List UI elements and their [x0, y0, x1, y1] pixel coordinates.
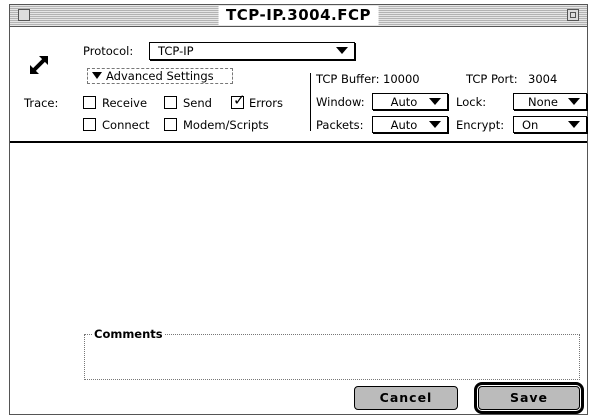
send-checkbox[interactable] [164, 96, 177, 109]
diagonal-double-arrow-icon [30, 56, 48, 74]
document-window: TCP-IP.3004.FCP Protocol: TCP-IP Advance… [9, 4, 588, 415]
lock-label: Lock: [456, 95, 487, 109]
tcp-buffer-label: TCP Buffer: [316, 72, 380, 86]
window-label: Window: [316, 95, 365, 109]
modem-scripts-checkbox[interactable] [164, 118, 177, 131]
window-title: TCP-IP.3004.FCP [218, 6, 379, 25]
packets-label: Packets: [316, 118, 364, 132]
receive-checkbox[interactable] [83, 96, 96, 109]
protocol-popup-value: TCP-IP [158, 44, 194, 58]
popup-arrow-icon [429, 98, 441, 105]
modem-scripts-label[interactable]: Modem/Scripts [183, 118, 269, 132]
zoom-box-icon[interactable] [567, 9, 579, 21]
connect-checkbox[interactable] [83, 118, 96, 131]
cancel-button[interactable]: Cancel [354, 386, 458, 410]
window-popup[interactable]: Auto [372, 93, 448, 110]
horizontal-divider [10, 141, 587, 143]
advanced-settings-disclosure[interactable]: Advanced Settings [87, 68, 233, 84]
encrypt-label: Encrypt: [456, 118, 505, 132]
errors-label[interactable]: Errors [249, 96, 283, 110]
tcp-buffer-value: 10000 [383, 72, 420, 86]
advanced-settings-label: Advanced Settings [106, 69, 214, 83]
tcp-port-label: TCP Port: [466, 72, 518, 86]
popup-arrow-icon [568, 121, 580, 128]
packets-popup-value: Auto [390, 118, 418, 132]
popup-arrow-icon [568, 98, 580, 105]
encrypt-popup[interactable]: On [513, 116, 587, 133]
lock-popup-value: None [527, 95, 558, 109]
lock-popup[interactable]: None [513, 93, 587, 110]
title-bar[interactable]: TCP-IP.3004.FCP [10, 5, 587, 27]
encrypt-popup-value: On [522, 118, 539, 132]
close-box-icon[interactable] [18, 9, 30, 21]
save-button[interactable]: Save [478, 386, 580, 410]
trace-label: Trace: [24, 96, 59, 110]
vertical-divider [310, 73, 311, 131]
popup-arrow-icon [429, 121, 441, 128]
comments-label: Comments [92, 327, 165, 341]
popup-arrow-icon [336, 47, 348, 54]
disclosure-triangle-icon [92, 72, 102, 79]
protocol-label: Protocol: [83, 44, 134, 58]
window-popup-value: Auto [390, 95, 418, 109]
tcp-port-value: 3004 [528, 72, 558, 86]
send-label[interactable]: Send [183, 96, 212, 110]
errors-checkbox[interactable] [231, 91, 246, 109]
receive-label[interactable]: Receive [102, 96, 147, 110]
connect-label[interactable]: Connect [102, 118, 150, 132]
protocol-popup[interactable]: TCP-IP [149, 42, 355, 60]
packets-popup[interactable]: Auto [372, 116, 448, 133]
